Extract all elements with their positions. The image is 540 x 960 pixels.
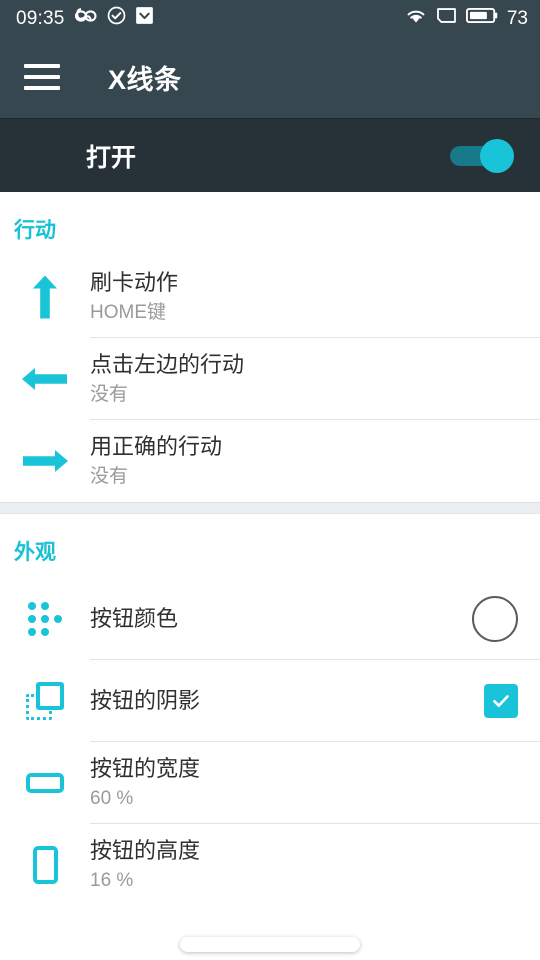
- list-item-title: 按钮的高度: [90, 838, 201, 864]
- list-item-title: 按钮的宽度: [90, 756, 201, 782]
- check-icon: [493, 695, 509, 707]
- list-item-right-tap-action[interactable]: 用正确的行动 没有: [0, 420, 540, 502]
- status-bar-right: 73: [405, 7, 528, 30]
- list-item-button-height[interactable]: 按钮的高度 16 %: [0, 824, 540, 906]
- list-item-title: 按钮的阴影: [90, 688, 201, 714]
- row-accessory: [462, 596, 518, 642]
- status-bar-left: 09:35: [16, 6, 154, 30]
- shadow-square-shape: [26, 682, 64, 720]
- palette-dot: [28, 628, 36, 636]
- battery-icon: [465, 7, 498, 29]
- phone-screen: 09:35 73 X线条 打开 行动 刷卡动作 HOME键 点击左边的行动 没有…: [0, 0, 540, 960]
- section-header-appearance: 外观: [14, 541, 56, 564]
- gesture-home-pill[interactable]: [180, 937, 360, 952]
- list-item-button-color[interactable]: 按钮颜色: [0, 578, 540, 660]
- hamburger-bar: [24, 86, 60, 90]
- list-item-subtitle: 16 %: [90, 869, 134, 891]
- switch-thumb: [480, 138, 514, 173]
- check-circle-icon: [107, 6, 126, 30]
- section-divider: [0, 502, 540, 514]
- list-item-text: 点击左边的行动 没有: [90, 339, 518, 418]
- page-title: X线条: [108, 64, 182, 95]
- palette-dot-empty: [54, 602, 62, 610]
- palette-dot: [54, 615, 62, 623]
- rect-wide-shape: [26, 773, 64, 793]
- master-switch-toggle[interactable]: [450, 138, 516, 173]
- rect-tall-shape: [32, 846, 58, 884]
- arrow-left-icon: [0, 362, 90, 396]
- arrow-up-icon: [0, 272, 90, 322]
- battery-percent-label: 73: [506, 7, 528, 29]
- shadow-checkbox[interactable]: [484, 684, 518, 718]
- list-item-text: 按钮颜色: [90, 593, 462, 645]
- palette-dot-empty: [54, 628, 62, 636]
- palette-dot: [28, 615, 36, 623]
- sim-card-icon: [436, 7, 457, 29]
- palette-dot: [41, 615, 49, 623]
- list-item-title: 点击左边的行动: [90, 352, 245, 378]
- list-item-button-shadow[interactable]: 按钮的阴影: [0, 660, 540, 742]
- hamburger-bar: [24, 75, 60, 79]
- shadow-square-icon: [0, 682, 90, 720]
- list-item-text: 按钮的阴影: [90, 675, 462, 727]
- palette-dot: [28, 602, 36, 610]
- list-item-text: 刷卡动作 HOME键: [90, 257, 518, 336]
- list-item-title: 刷卡动作: [90, 270, 179, 296]
- color-swatch-button[interactable]: [472, 596, 518, 642]
- master-switch-label: 打开: [86, 143, 137, 172]
- hamburger-menu-icon[interactable]: [24, 64, 60, 90]
- list-item-subtitle: 没有: [90, 383, 129, 405]
- list-item-subtitle: 没有: [90, 465, 129, 487]
- shadow-square-front: [36, 682, 64, 710]
- section-header-actions: 行动: [14, 219, 56, 242]
- list-item-text: 按钮的宽度 60 %: [90, 743, 518, 822]
- color-dots-icon: [0, 602, 90, 636]
- rect-tall-icon: [0, 846, 90, 884]
- download-box-icon: [135, 6, 154, 30]
- infinity-icon: [74, 7, 98, 29]
- rect-wide-icon: [0, 773, 90, 793]
- list-item-subtitle: HOME键: [90, 301, 167, 323]
- hamburger-bar: [24, 64, 60, 68]
- list-item-subtitle: 60 %: [90, 787, 134, 809]
- row-accessory: [462, 684, 518, 718]
- list-item-swipe-action[interactable]: 刷卡动作 HOME键: [0, 256, 540, 338]
- list-item-text: 按钮的高度 16 %: [90, 825, 518, 904]
- list-item-title: 用正确的行动: [90, 434, 223, 460]
- app-bar: X线条: [0, 36, 540, 118]
- palette-dot: [41, 628, 49, 636]
- wifi-icon: [405, 7, 427, 30]
- list-item-left-tap-action[interactable]: 点击左边的行动 没有: [0, 338, 540, 420]
- list-item-text: 用正确的行动 没有: [90, 421, 518, 500]
- status-bar: 09:35 73: [0, 0, 540, 36]
- palette-dot: [41, 602, 49, 610]
- status-time: 09:35: [16, 7, 65, 29]
- list-item-title: 按钮颜色: [90, 606, 179, 632]
- master-switch-row[interactable]: 打开: [0, 118, 540, 192]
- settings-list[interactable]: 行动 刷卡动作 HOME键 点击左边的行动 没有 用正确的行动 没有 外观 按钮…: [0, 192, 540, 960]
- list-item-button-width[interactable]: 按钮的宽度 60 %: [0, 742, 540, 824]
- arrow-right-icon: [0, 444, 90, 478]
- dot-grid: [28, 602, 62, 636]
